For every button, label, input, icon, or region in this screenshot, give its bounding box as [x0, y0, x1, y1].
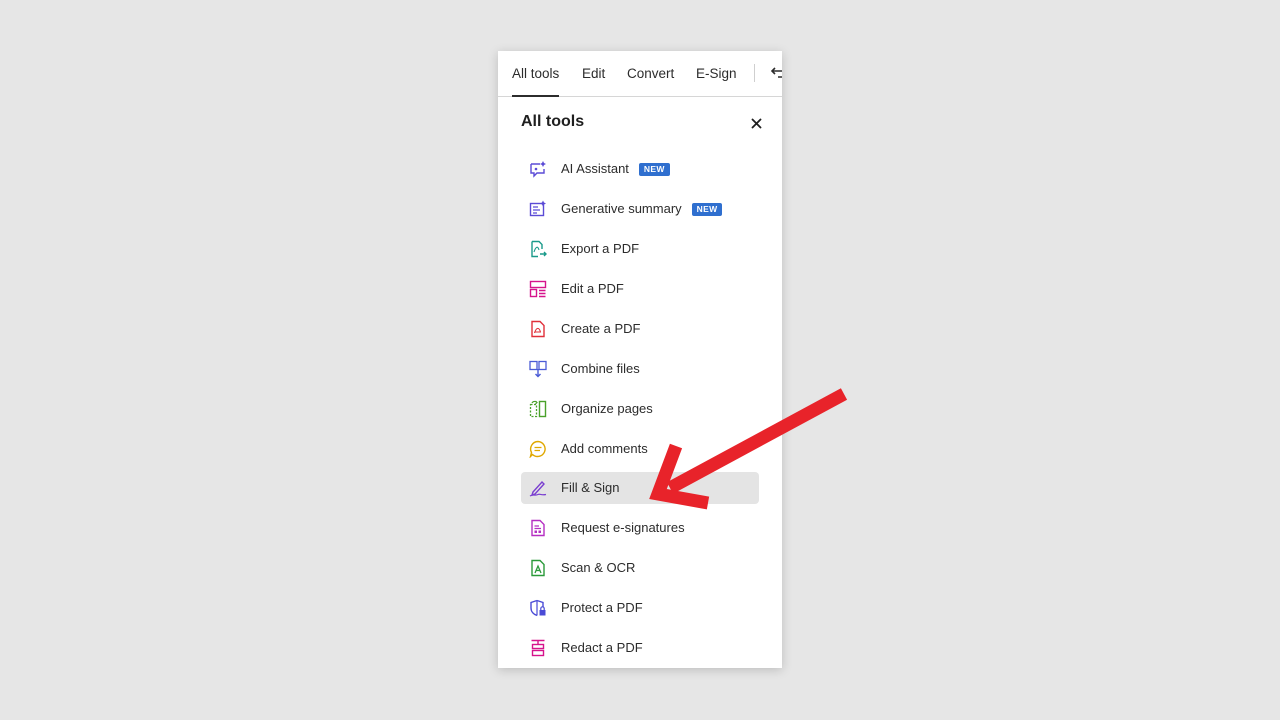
export-pdf-icon [529, 240, 547, 258]
tool-organize-pages[interactable]: Organize pages [521, 393, 759, 425]
tab-e-sign[interactable]: E-Sign [696, 51, 737, 96]
fill-sign-icon [529, 479, 547, 497]
tool-label: Redact a PDF [561, 640, 643, 655]
tool-generative-summary[interactable]: Generative summary NEW [521, 193, 759, 225]
panel-title: All tools [521, 113, 585, 130]
protect-pdf-icon [529, 599, 547, 617]
tool-label: Fill & Sign [561, 480, 620, 495]
generative-summary-icon [529, 200, 547, 218]
tool-label: AI Assistant [561, 161, 629, 176]
tab-divider [754, 64, 755, 82]
tool-export-pdf[interactable]: Export a PDF [521, 233, 759, 265]
tool-request-esignatures[interactable]: Request e-signatures [521, 512, 759, 544]
close-icon[interactable] [748, 115, 765, 132]
all-tools-panel: All tools Edit Convert E-Sign All tools … [498, 51, 782, 668]
combine-files-icon [529, 360, 547, 378]
tab-convert[interactable]: Convert [627, 51, 674, 96]
tool-protect-pdf[interactable]: Protect a PDF [521, 592, 759, 624]
scan-ocr-icon [529, 559, 547, 577]
tool-label: Protect a PDF [561, 600, 643, 615]
tool-label: Scan & OCR [561, 560, 636, 575]
tool-label: Combine files [561, 361, 640, 376]
tool-label: Create a PDF [561, 321, 641, 336]
edit-pdf-icon [529, 280, 547, 298]
redact-pdf-icon [529, 639, 547, 657]
tool-ai-assistant[interactable]: AI Assistant NEW [521, 153, 759, 185]
create-pdf-icon [529, 320, 547, 338]
tool-add-comments[interactable]: Add comments [521, 433, 759, 465]
undo-icon[interactable] [768, 63, 782, 83]
tool-label: Generative summary [561, 201, 682, 216]
request-esignatures-icon [529, 519, 547, 537]
tool-edit-pdf[interactable]: Edit a PDF [521, 273, 759, 305]
tool-label: Export a PDF [561, 241, 640, 256]
add-comments-icon [529, 440, 547, 459]
tool-fill-sign[interactable]: Fill & Sign [521, 472, 759, 504]
tool-create-pdf[interactable]: Create a PDF [521, 313, 759, 345]
organize-pages-icon [529, 400, 547, 418]
tool-combine-files[interactable]: Combine files [521, 353, 759, 385]
new-badge: NEW [691, 203, 723, 216]
tab-edit[interactable]: Edit [582, 51, 605, 96]
tool-redact-pdf[interactable]: Redact a PDF [521, 632, 759, 664]
tab-all-tools[interactable]: All tools [512, 51, 560, 97]
tool-label: Organize pages [561, 401, 653, 416]
tab-bar: All tools Edit Convert E-Sign [498, 51, 782, 97]
tool-scan-ocr[interactable]: Scan & OCR [521, 552, 759, 584]
tool-label: Request e-signatures [561, 520, 685, 535]
ai-assistant-icon [529, 160, 547, 178]
tool-label: Edit a PDF [561, 281, 624, 296]
new-badge: NEW [638, 163, 670, 176]
tool-label: Add comments [561, 441, 648, 456]
